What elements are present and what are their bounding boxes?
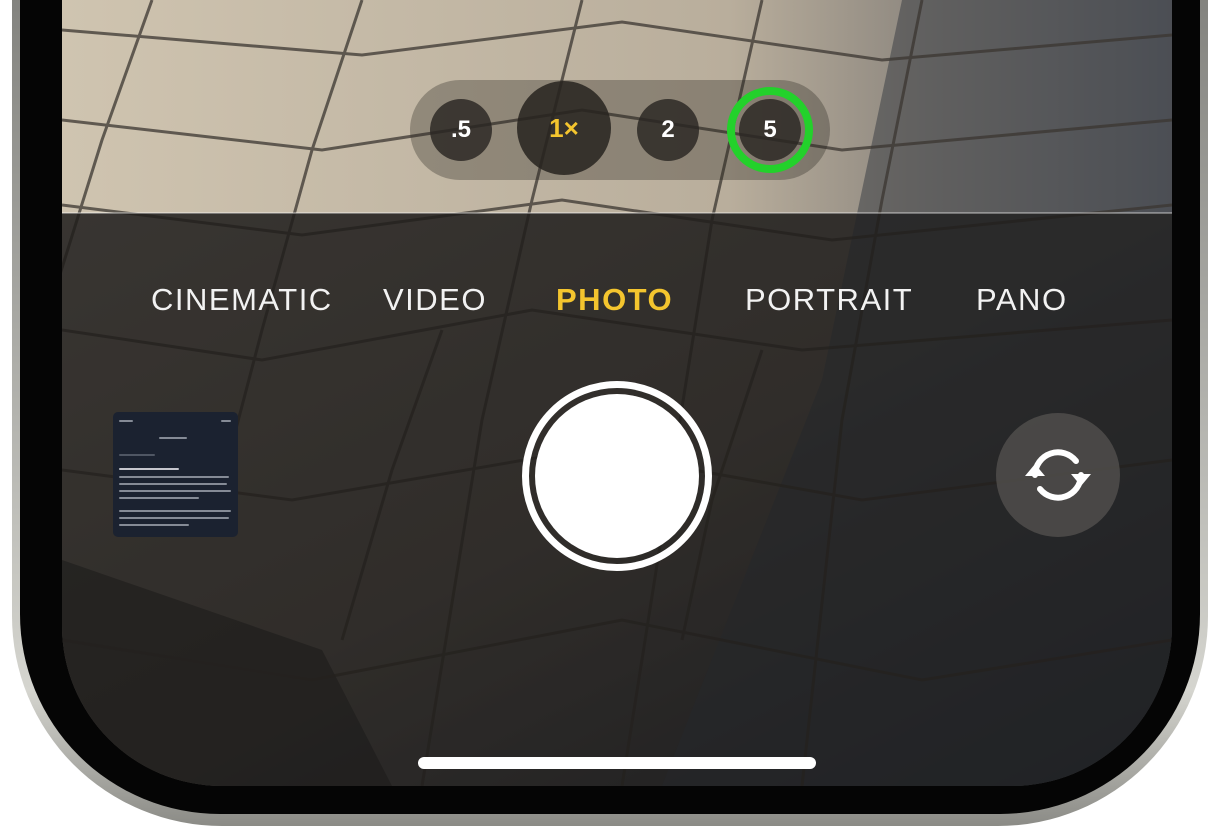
- camera-mode-strip: CINEMATIC VIDEO PHOTO PORTRAIT PANO: [62, 282, 1172, 318]
- zoom-1x-button[interactable]: 1×: [517, 81, 611, 175]
- home-indicator[interactable]: [418, 757, 816, 769]
- shutter-core: [535, 394, 699, 558]
- zoom-5-button[interactable]: 5: [739, 99, 801, 161]
- zoom-0-5-button[interactable]: .5: [430, 99, 492, 161]
- camera-screen: .5 1× 2 5 CINEMATIC VIDEO PHOTO PORTRAIT…: [62, 0, 1172, 786]
- camera-app-screenshot: .5 1× 2 5 CINEMATIC VIDEO PHOTO PORTRAIT…: [0, 0, 1218, 834]
- shutter-button[interactable]: [522, 381, 712, 571]
- mode-portrait[interactable]: PORTRAIT: [745, 282, 913, 318]
- mode-video[interactable]: VIDEO: [383, 282, 487, 318]
- mode-pano[interactable]: PANO: [976, 282, 1068, 318]
- preview-divider: [62, 212, 1172, 214]
- zoom-0-5-label: .5: [450, 116, 471, 143]
- mode-cinematic[interactable]: CINEMATIC: [151, 282, 333, 318]
- mode-photo[interactable]: PHOTO: [556, 282, 673, 318]
- last-photo-thumbnail[interactable]: [113, 412, 238, 537]
- camera-flip-icon: [1025, 449, 1091, 501]
- zoom-1x-label: 1×: [549, 112, 579, 143]
- zoom-2-label: 2: [661, 116, 675, 143]
- zoom-2-button[interactable]: 2: [637, 99, 699, 161]
- flip-camera-button[interactable]: [996, 413, 1120, 537]
- zoom-5-label: 5: [763, 116, 777, 143]
